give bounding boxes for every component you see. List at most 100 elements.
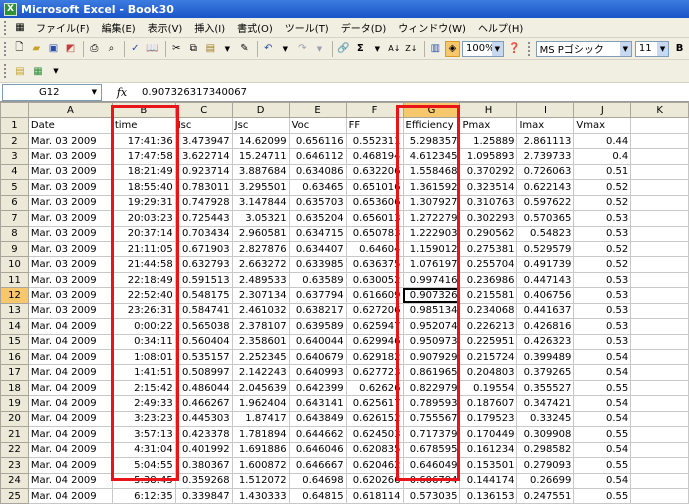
data-cell[interactable]: Mar. 03 2009 bbox=[27, 302, 113, 320]
data-cell[interactable]: 1.076197 bbox=[402, 256, 461, 273]
row-header[interactable]: 15 bbox=[0, 333, 29, 351]
data-cell[interactable]: 0.153501 bbox=[459, 457, 518, 474]
row-header[interactable]: 6 bbox=[0, 194, 29, 212]
data-cell[interactable]: Mar. 03 2009 bbox=[27, 256, 113, 273]
data-cell[interactable] bbox=[630, 472, 689, 489]
data-cell[interactable]: 20:37:14 bbox=[111, 225, 176, 242]
row-header[interactable]: 9 bbox=[0, 240, 29, 258]
data-cell[interactable]: 0.161234 bbox=[459, 441, 518, 459]
data-cell[interactable] bbox=[630, 271, 689, 289]
data-cell[interactable]: 0.616609 bbox=[345, 287, 404, 304]
data-cell[interactable]: 0.651016 bbox=[345, 179, 404, 196]
data-cell[interactable]: 0.379265 bbox=[516, 364, 575, 381]
data-cell[interactable]: 0.179523 bbox=[459, 410, 518, 428]
dropdown-arrow-icon[interactable]: ▼ bbox=[312, 41, 327, 57]
data-cell[interactable]: 0.747928 bbox=[174, 194, 233, 212]
column-header-h[interactable]: H bbox=[459, 101, 518, 119]
data-cell[interactable]: 0.466267 bbox=[174, 395, 233, 412]
data-cell[interactable]: 14.62099 bbox=[231, 132, 290, 150]
data-cell[interactable] bbox=[630, 379, 689, 397]
data-cell[interactable]: 2.739733 bbox=[516, 148, 575, 165]
data-cell[interactable]: 2:15:42 bbox=[111, 379, 176, 397]
data-cell[interactable] bbox=[630, 302, 689, 320]
data-cell[interactable]: 2.307134 bbox=[231, 287, 290, 304]
data-cell[interactable]: Mar. 04 2009 bbox=[27, 426, 113, 443]
row-header[interactable]: 12 bbox=[0, 287, 29, 304]
data-cell[interactable]: 5:38:45 bbox=[111, 472, 176, 489]
data-cell[interactable]: Mar. 03 2009 bbox=[27, 148, 113, 165]
row-header[interactable]: 22 bbox=[0, 441, 29, 459]
data-cell[interactable]: 1:41:51 bbox=[111, 364, 176, 381]
data-cell[interactable]: 0.573035 bbox=[402, 487, 461, 504]
cut-icon[interactable]: ✂ bbox=[169, 41, 184, 57]
data-cell[interactable]: 0.53 bbox=[573, 225, 632, 242]
data-cell[interactable]: 0.347421 bbox=[516, 395, 575, 412]
data-cell[interactable]: 0.53 bbox=[573, 333, 632, 351]
data-cell[interactable] bbox=[630, 210, 689, 227]
print-preview-icon[interactable]: ⌕ bbox=[104, 41, 119, 57]
data-cell[interactable]: 0.529579 bbox=[516, 240, 575, 258]
data-cell[interactable]: 21:44:58 bbox=[111, 256, 176, 273]
header-cell[interactable]: Pmax bbox=[459, 117, 518, 134]
data-cell[interactable]: 0.783011 bbox=[174, 179, 233, 196]
select-all-corner[interactable] bbox=[0, 101, 29, 119]
toolbar-grip[interactable] bbox=[4, 64, 8, 78]
data-cell[interactable]: 1.307927 bbox=[402, 194, 461, 212]
data-cell[interactable]: 0.441637 bbox=[516, 302, 575, 320]
data-cell[interactable]: 0.51 bbox=[573, 163, 632, 181]
data-cell[interactable]: 0.597622 bbox=[516, 194, 575, 212]
help-icon[interactable]: ❓ bbox=[507, 41, 522, 57]
row-header[interactable]: 21 bbox=[0, 426, 29, 443]
data-cell[interactable]: 1.159012 bbox=[402, 240, 461, 258]
data-cell[interactable]: 0.570365 bbox=[516, 210, 575, 227]
data-cell[interactable]: 0.656013 bbox=[345, 210, 404, 227]
dropdown-arrow-icon[interactable]: ▼ bbox=[92, 88, 97, 96]
hyperlink-icon[interactable]: 🔗 bbox=[336, 41, 351, 57]
row-header[interactable]: 13 bbox=[0, 302, 29, 320]
row-header[interactable]: 10 bbox=[0, 256, 29, 273]
insert-function-icon[interactable]: fx bbox=[102, 86, 142, 99]
data-cell[interactable]: 21:11:05 bbox=[111, 240, 176, 258]
data-cell[interactable]: Mar. 03 2009 bbox=[27, 163, 113, 181]
data-cell[interactable]: 0.26699 bbox=[516, 472, 575, 489]
data-cell[interactable] bbox=[630, 487, 689, 504]
data-cell[interactable]: 0.606794 bbox=[402, 472, 461, 489]
formula-input[interactable]: 0.907326317340067 bbox=[142, 87, 247, 98]
data-cell[interactable]: 5:04:55 bbox=[111, 457, 176, 474]
data-cell[interactable]: 1.272279 bbox=[402, 210, 461, 227]
menu-tools[interactable]: ツール(T) bbox=[279, 20, 335, 35]
data-cell[interactable]: 2.252345 bbox=[231, 348, 290, 366]
row-header[interactable]: 23 bbox=[0, 457, 29, 474]
header-cell[interactable]: Jsc bbox=[231, 117, 290, 134]
data-cell[interactable]: 0.236986 bbox=[459, 271, 518, 289]
font-size-select[interactable]: 11 ▼ bbox=[634, 40, 670, 57]
data-cell[interactable]: 0.54 bbox=[573, 364, 632, 381]
row-header[interactable]: 16 bbox=[0, 348, 29, 366]
data-cell[interactable]: 0.643141 bbox=[288, 395, 347, 412]
data-cell[interactable]: 18:21:49 bbox=[111, 163, 176, 181]
data-cell[interactable]: 0.634715 bbox=[288, 225, 347, 242]
data-cell[interactable]: 2.663272 bbox=[231, 256, 290, 273]
data-cell[interactable]: 0.923714 bbox=[174, 163, 233, 181]
data-cell[interactable]: 2.827876 bbox=[231, 240, 290, 258]
data-cell[interactable]: 0.54823 bbox=[516, 225, 575, 242]
data-cell[interactable]: 0.632206 bbox=[345, 163, 404, 181]
toolbar-grip[interactable] bbox=[4, 41, 8, 56]
data-cell[interactable]: 0.640993 bbox=[288, 364, 347, 381]
data-cell[interactable]: 0.309908 bbox=[516, 426, 575, 443]
data-cell[interactable]: 0.644662 bbox=[288, 426, 347, 443]
data-cell[interactable]: 1.512072 bbox=[231, 472, 290, 489]
data-cell[interactable]: 0.952074 bbox=[402, 318, 461, 335]
data-cell[interactable]: 2.960581 bbox=[231, 225, 290, 242]
header-cell[interactable] bbox=[630, 117, 689, 134]
menu-file[interactable]: ファイル(F) bbox=[30, 20, 96, 35]
data-cell[interactable]: 0.54 bbox=[573, 472, 632, 489]
data-cell[interactable]: 0.671903 bbox=[174, 240, 233, 258]
row-header[interactable]: 25 bbox=[0, 487, 29, 504]
data-cell[interactable]: 0.370292 bbox=[459, 163, 518, 181]
data-cell[interactable]: 0.426816 bbox=[516, 318, 575, 335]
row-header[interactable]: 24 bbox=[0, 472, 29, 489]
data-cell[interactable]: 0.63589 bbox=[288, 271, 347, 289]
data-cell[interactable]: 3.147844 bbox=[231, 194, 290, 212]
row-header[interactable]: 2 bbox=[0, 132, 29, 150]
